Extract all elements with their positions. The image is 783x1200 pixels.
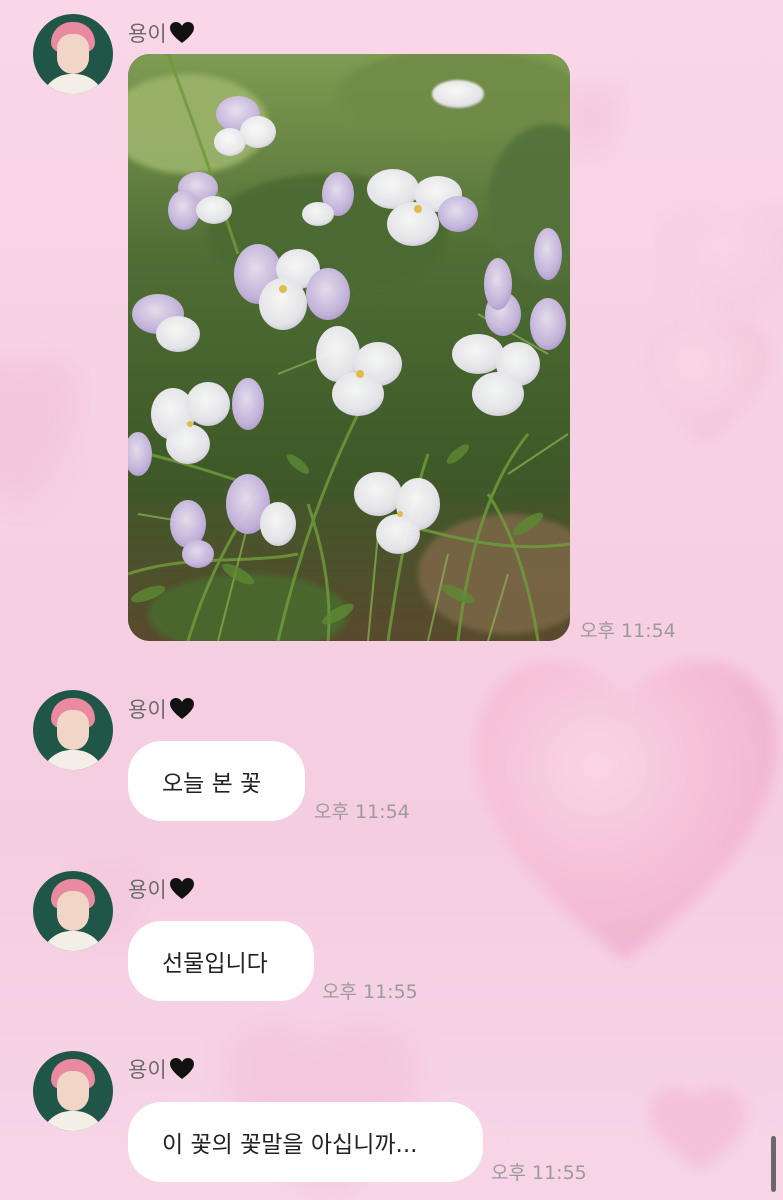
black-heart-icon (169, 698, 194, 719)
sender-name: 용이 (128, 694, 195, 724)
message-time: 오후 11:55 (491, 1162, 587, 1184)
black-heart-icon (169, 22, 194, 43)
sender-label: 용이 (128, 698, 167, 722)
sender-name: 용이 (128, 1054, 195, 1084)
message-bubble[interactable]: 오늘 본 꽃 (128, 741, 305, 821)
avatar[interactable] (33, 871, 113, 951)
flower-photo[interactable] (128, 54, 570, 641)
message-time: 오후 11:55 (322, 981, 418, 1003)
message-bubble[interactable]: 이 꽃의 꽃말을 아십니까... (128, 1102, 483, 1182)
sender-name: 용이 (128, 18, 195, 48)
black-heart-icon (169, 878, 194, 899)
sender-label: 용이 (128, 22, 167, 46)
avatar[interactable] (33, 14, 113, 94)
avatar[interactable] (33, 1051, 113, 1131)
avatar[interactable] (33, 690, 113, 770)
sender-label: 용이 (128, 878, 167, 902)
message-time: 오후 11:54 (580, 620, 676, 642)
message-bubble[interactable]: 선물입니다 (128, 921, 314, 1001)
flower-photo-image (128, 54, 570, 641)
black-heart-icon (169, 1058, 194, 1079)
message-time: 오후 11:54 (314, 801, 410, 823)
scrollbar[interactable] (771, 1136, 776, 1192)
sender-name: 용이 (128, 874, 195, 904)
sender-label: 용이 (128, 1058, 167, 1082)
